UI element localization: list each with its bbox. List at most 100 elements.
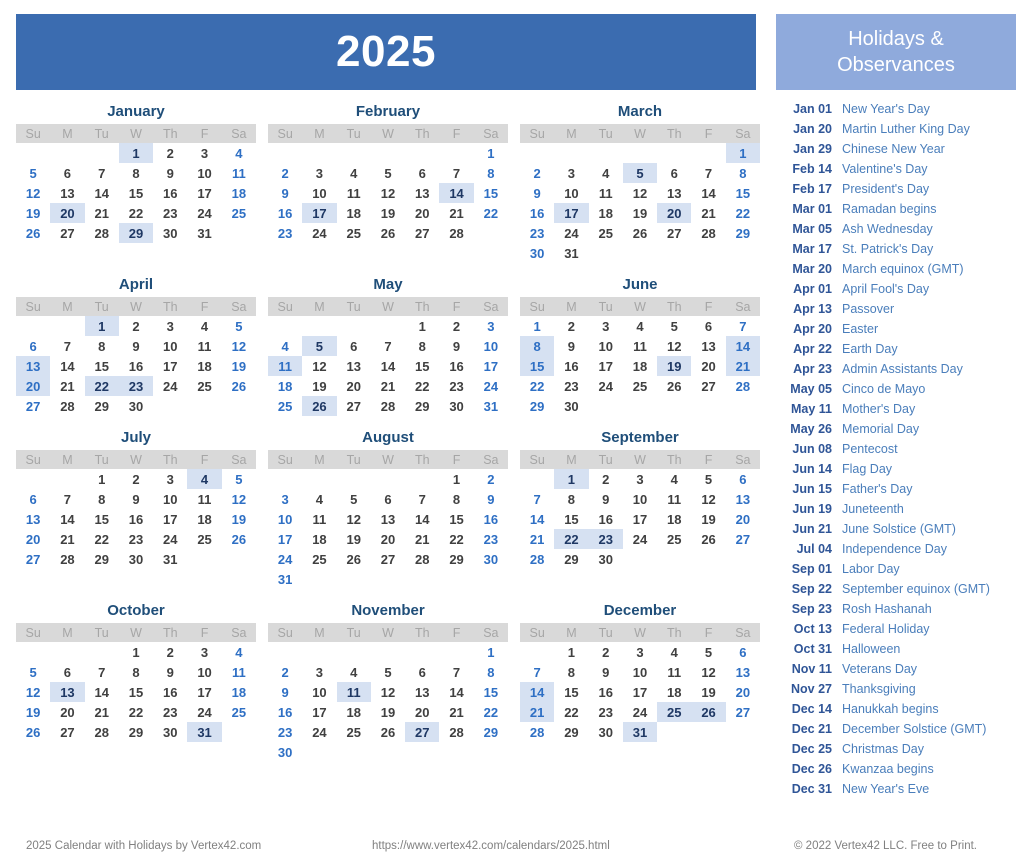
day-cell: 29 [94, 551, 109, 567]
day-cell: 25 [598, 225, 613, 241]
holiday-date: Mar 05 [792, 222, 832, 236]
day-cell: 5 [29, 165, 37, 181]
weekday-header-f: F [691, 124, 726, 143]
day-cell: 6 [704, 318, 713, 334]
day-cell: 2 [487, 471, 495, 487]
week-row: 1 [520, 143, 760, 163]
weekday-header-tu: Tu [588, 623, 623, 642]
day-cell-empty [222, 549, 256, 569]
week-row: 12 13 14 15 16 17 18 [16, 183, 256, 203]
day-cell-empty [268, 469, 302, 489]
day-cell-empty [371, 569, 405, 589]
day-cell-empty [50, 143, 84, 163]
week-row: 2 3 456 7 8 [520, 163, 760, 183]
day-cell: 12 [231, 338, 247, 354]
day-cell: 14 [701, 185, 716, 201]
day-cell: 11 [197, 338, 212, 354]
holiday-row: Apr 13 Passover [776, 302, 1016, 322]
holiday-name: Pentecost [842, 442, 898, 456]
day-cell: 3 [602, 318, 610, 334]
holiday-row: Dec 21 December Solstice (GMT) [776, 722, 1016, 742]
week-row: 19 20 21 22 23 24 25 [16, 203, 256, 223]
day-cell: 27 [25, 551, 41, 567]
day-cell: 16 [598, 684, 613, 700]
holiday-date: Dec 31 [791, 782, 832, 796]
footer-url[interactable]: https://www.vertex42.com/calendars/2025.… [372, 840, 610, 852]
day-cell: 8 [487, 165, 495, 181]
weekday-header-m: M [50, 124, 85, 143]
month-november: November Su M Tu W Th F Sa 1 2 3 4 5 6 7 8 9 10 11 12 13 14 15… [268, 599, 508, 762]
week-row: 23 24 25 26 27 28 29 [268, 722, 508, 742]
weekday-header-row: Su M Tu W Th F Sa [16, 450, 256, 469]
year-title: 2025 [336, 27, 436, 76]
day-cell: 23 [277, 724, 293, 740]
holiday-date: Oct 13 [793, 622, 832, 636]
day-cell: 10 [312, 185, 327, 201]
day-cell-empty [268, 316, 302, 336]
day-cell-empty [302, 143, 336, 163]
holiday-name: Passover [842, 302, 895, 316]
day-cell: 27 [735, 531, 751, 547]
weekday-header-th: Th [657, 450, 692, 469]
month-title: March [617, 103, 663, 120]
day-cell: 19 [231, 511, 247, 527]
day-cell: 26 [380, 225, 396, 241]
day-cell: 10 [632, 491, 648, 507]
day-cell: 23 [564, 378, 579, 394]
day-cell: 26 [667, 378, 682, 394]
day-cell-empty [589, 243, 623, 263]
day-cell-empty [16, 469, 50, 489]
day-cell: 7 [384, 338, 392, 354]
day-cell-empty [268, 642, 302, 662]
day-cell-empty [371, 316, 405, 336]
weekday-header-tu: Tu [84, 623, 119, 642]
holiday-date: Jan 29 [793, 142, 832, 156]
day-cell-holiday: 23 [118, 376, 154, 396]
day-cell: 6 [29, 338, 37, 354]
weekday-header-th: Th [657, 623, 692, 642]
day-cell: 14 [60, 511, 75, 527]
holiday-row: Apr 22 Earth Day [776, 342, 1016, 362]
day-cell-empty [589, 396, 623, 416]
day-cell: 17 [197, 684, 212, 700]
weekday-header-f: F [187, 297, 222, 316]
holiday-name: Memorial Day [842, 422, 920, 436]
day-cell: 3 [636, 644, 644, 660]
holidays-title-line-2: Observances [837, 54, 955, 76]
day-cell: 28 [529, 551, 545, 567]
weekday-header-w: W [622, 297, 658, 316]
day-cell: 3 [636, 471, 644, 487]
day-cell-empty [726, 549, 760, 569]
day-cell-empty [657, 243, 691, 263]
weekday-header-row: Su M Tu W Th F Sa [268, 623, 508, 642]
holiday-name: Mother's Day [842, 402, 916, 416]
day-cell: 15 [449, 511, 464, 527]
day-cell: 2 [132, 318, 140, 334]
holiday-date: May 11 [790, 402, 832, 416]
holiday-row: Dec 31 New Year's Eve [776, 782, 1016, 802]
day-cell: 25 [197, 378, 212, 394]
day-cell: 16 [277, 205, 293, 221]
weekday-header-tu: Tu [588, 124, 623, 143]
holiday-row: Dec 25 Christmas Day [776, 742, 1016, 762]
day-cell: 28 [735, 378, 751, 394]
weekday-header-su: Su [16, 297, 51, 316]
month-title: September [601, 429, 679, 446]
day-cell: 5 [384, 664, 392, 680]
day-cell: 12 [231, 491, 247, 507]
day-cell-empty [657, 396, 691, 416]
day-cell: 19 [231, 358, 247, 374]
month-title: April [118, 276, 154, 293]
month-table: Su M Tu W Th F Sa 1 2 3 4 5 6 7 8 9 10 11 12 13 14 15 16 17 18 19… [268, 450, 508, 589]
day-cell: 30 [564, 398, 579, 414]
day-cell-empty [520, 642, 554, 662]
calendar-page: 2025 January Su M Tu W Th F Sa 1 2 3 4 5 6 7 8 9 10 11 12 13… [0, 0, 1032, 868]
day-cell: 15 [94, 358, 109, 374]
day-cell: 6 [418, 165, 426, 181]
day-cell-holiday: 26 [691, 702, 726, 722]
day-cell: 2 [452, 318, 461, 334]
week-row: 6 7 8 9 10 11 12 [16, 336, 256, 356]
day-cell-holiday: 19 [657, 356, 692, 376]
day-cell: 16 [163, 185, 178, 201]
weekday-header-su: Su [520, 623, 555, 642]
